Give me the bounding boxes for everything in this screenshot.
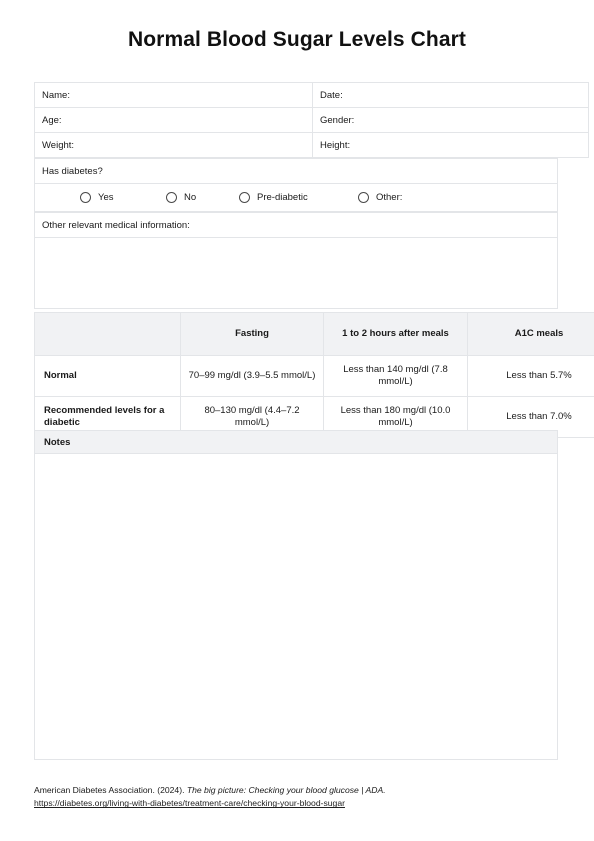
radio-label-yes: Yes bbox=[98, 192, 114, 203]
patient-info-table: Name: Date: Age: Gender: Weight: Height: bbox=[34, 82, 589, 158]
citation-prefix: American Diabetes Association. (2024). bbox=[34, 785, 187, 795]
radio-option-yes[interactable]: Yes bbox=[80, 192, 166, 203]
table-row: Name: Date: bbox=[34, 82, 589, 108]
levels-header-after-meals: 1 to 2 hours after meals bbox=[323, 312, 468, 356]
footer-citation: American Diabetes Association. (2024). T… bbox=[34, 784, 554, 811]
table-row: Weight: Height: bbox=[34, 132, 589, 158]
table-row: Notes bbox=[34, 430, 558, 454]
radio-circle-icon[interactable] bbox=[239, 192, 250, 203]
radio-option-other[interactable]: Other: bbox=[358, 192, 448, 203]
notes-input[interactable] bbox=[34, 453, 558, 760]
table-row: Has diabetes? bbox=[34, 158, 558, 184]
medical-info-label: Other relevant medical information: bbox=[34, 212, 558, 238]
levels-normal-after-meals: Less than 140 mg/dl (7.8 mmol/L) bbox=[323, 355, 468, 397]
levels-normal-a1c: Less than 5.7% bbox=[467, 355, 594, 397]
field-label-name[interactable]: Name: bbox=[34, 82, 313, 108]
medical-info-input[interactable] bbox=[34, 237, 558, 309]
table-row bbox=[34, 453, 558, 760]
notes-header: Notes bbox=[34, 430, 558, 454]
diabetes-question-label: Has diabetes? bbox=[34, 158, 558, 184]
radio-label-pre-diabetic: Pre-diabetic bbox=[257, 192, 308, 203]
field-label-height[interactable]: Height: bbox=[312, 132, 589, 158]
radio-circle-icon[interactable] bbox=[166, 192, 177, 203]
radio-label-other: Other: bbox=[376, 192, 403, 203]
notes-table: Notes bbox=[34, 430, 558, 760]
blood-sugar-levels-table: Fasting 1 to 2 hours after meals A1C mea… bbox=[34, 312, 594, 438]
table-row: Other relevant medical information: bbox=[34, 212, 558, 238]
radio-label-no: No bbox=[184, 192, 197, 203]
page-title: Normal Blood Sugar Levels Chart bbox=[127, 28, 466, 51]
diabetes-question-table: Has diabetes? Yes No Pre-diabetic Other: bbox=[34, 158, 558, 212]
citation-url-link[interactable]: https://diabetes.org/living-with-diabete… bbox=[34, 797, 554, 810]
table-row bbox=[34, 237, 558, 309]
field-label-gender[interactable]: Gender: bbox=[312, 107, 589, 133]
levels-header-blank bbox=[34, 312, 181, 356]
diabetes-options-cell: Yes No Pre-diabetic Other: bbox=[34, 183, 558, 212]
medical-info-table: Other relevant medical information: bbox=[34, 212, 558, 309]
radio-circle-icon[interactable] bbox=[358, 192, 369, 203]
table-row: Age: Gender: bbox=[34, 107, 589, 133]
radio-option-no[interactable]: No bbox=[166, 192, 239, 203]
table-row: Yes No Pre-diabetic Other: bbox=[34, 183, 558, 212]
levels-header-fasting: Fasting bbox=[180, 312, 324, 356]
levels-normal-fasting: 70–99 mg/dl (3.9–5.5 mmol/L) bbox=[180, 355, 324, 397]
document-page: Normal Blood Sugar Levels Chart Name: Da… bbox=[0, 0, 594, 841]
citation-title: The big picture: Checking your blood glu… bbox=[186, 785, 386, 795]
levels-header-a1c: A1C meals bbox=[467, 312, 594, 356]
radio-option-pre-diabetic[interactable]: Pre-diabetic bbox=[239, 192, 358, 203]
field-label-weight[interactable]: Weight: bbox=[34, 132, 313, 158]
table-row: Normal 70–99 mg/dl (3.9–5.5 mmol/L) Less… bbox=[34, 355, 594, 397]
field-label-age[interactable]: Age: bbox=[34, 107, 313, 133]
field-label-date[interactable]: Date: bbox=[312, 82, 589, 108]
levels-row-label-normal: Normal bbox=[34, 355, 181, 397]
table-header-row: Fasting 1 to 2 hours after meals A1C mea… bbox=[34, 312, 594, 356]
radio-circle-icon[interactable] bbox=[80, 192, 91, 203]
